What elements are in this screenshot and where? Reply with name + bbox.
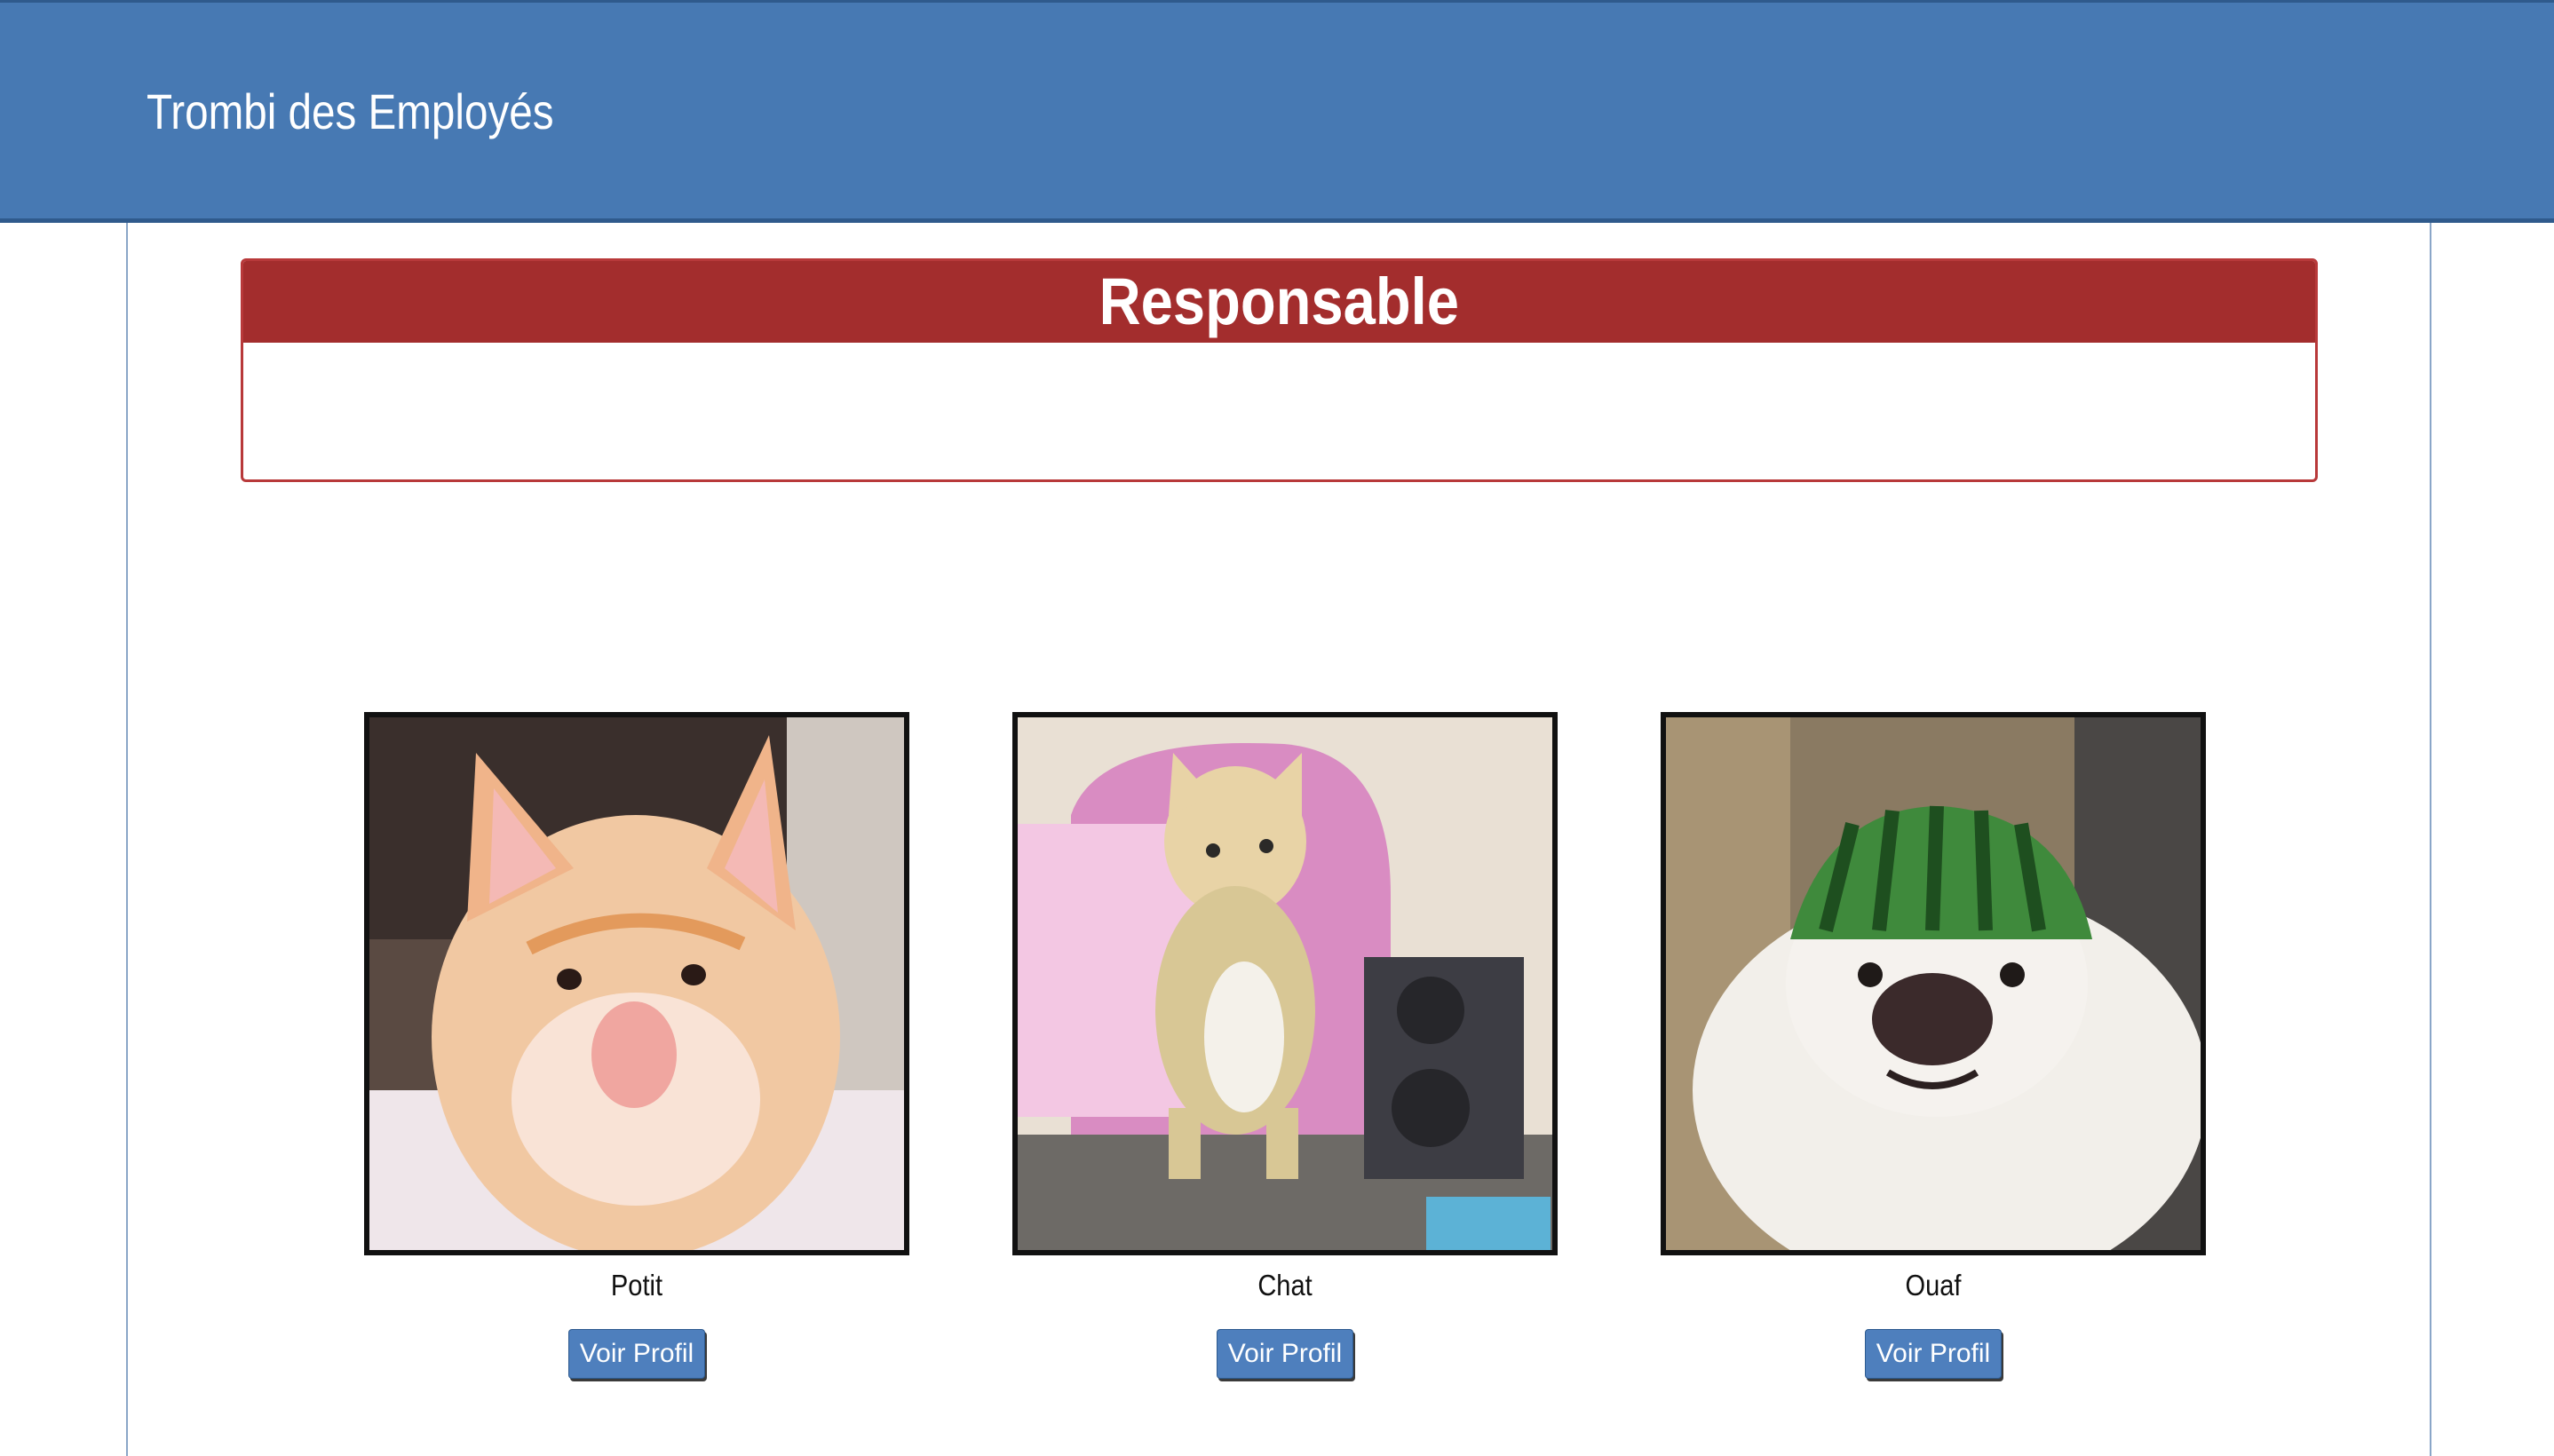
dog-with-watermelon-image xyxy=(1666,717,2201,1250)
dancing-kitten-photo xyxy=(1012,712,1558,1255)
manager-panel-header: Responsable xyxy=(243,261,2315,343)
view-profile-button[interactable]: Voir Profil xyxy=(1216,1329,1354,1379)
manager-panel: Responsable xyxy=(241,258,2318,482)
employee-name: Ouaf xyxy=(1905,1269,1962,1302)
orange-cat-photo xyxy=(364,712,909,1255)
employee-name: Potit xyxy=(610,1269,663,1302)
app-title[interactable]: Trombi des Employés xyxy=(147,83,554,141)
orange-cat-image xyxy=(369,717,904,1250)
top-navbar: Trombi des Employés xyxy=(0,0,2554,223)
employee-name: Chat xyxy=(1257,1269,1313,1302)
view-profile-button[interactable]: Voir Profil xyxy=(1864,1329,2003,1379)
employee-card: Chat Voir Profil xyxy=(1012,712,1558,1379)
manager-panel-title: Responsable xyxy=(1099,265,1460,338)
dancing-kitten-image xyxy=(1018,717,1552,1250)
view-profile-button[interactable]: Voir Profil xyxy=(567,1329,706,1379)
employee-card: Potit Voir Profil xyxy=(364,712,909,1379)
employee-card: Ouaf Voir Profil xyxy=(1661,712,2206,1379)
dog-with-watermelon-helmet-photo xyxy=(1661,712,2206,1255)
